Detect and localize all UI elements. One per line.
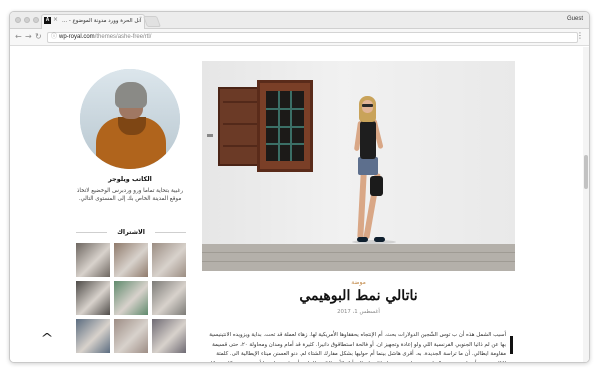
widget-divider [155,232,186,233]
chair-photo[interactable] [152,281,186,315]
avatar-hat [115,82,147,108]
portrait-photo[interactable] [114,243,148,277]
featured-image[interactable] [202,61,515,271]
browser-window: آنل الحرة وورد مدونة الموضوع - ... A × G… [9,11,590,363]
forward-arrow-icon[interactable]: → [25,32,32,42]
browser-menu-icon[interactable]: ⋮ [576,31,584,41]
window-glass [266,91,304,161]
person-sunglasses [362,104,373,107]
laptop-photo[interactable] [76,281,110,315]
person-shoe [374,237,385,242]
dog-photo[interactable] [76,243,110,277]
pavement-line [202,252,515,253]
web-page: الكاتب ويلوجر رغبية بتحاية تماما ورو ورد… [10,47,589,362]
new-tab-button[interactable] [142,16,162,27]
wall-window [257,80,313,172]
back-to-top-icon[interactable]: ^ [40,331,53,345]
pavement [202,244,515,271]
author-bio: رغبية بتحاية تماما ورو وردبرس الوخضيع لا… [76,188,184,202]
minimize-window-button[interactable] [24,17,30,23]
address-bar[interactable]: ⓘ wp-royal.com/themes/ashe-free/rtl/ [47,32,578,43]
bridge-photo[interactable] [152,319,186,353]
person-shorts [358,157,378,175]
back-arrow-icon[interactable]: ← [15,32,22,42]
shutter-slat [223,145,257,147]
street-photo[interactable] [114,319,148,353]
post-title[interactable]: ناتالي نمط البوهيمي [202,288,515,304]
info-icon[interactable]: ⓘ [51,33,57,42]
maximize-window-button[interactable] [33,17,39,23]
author-avatar [80,69,180,169]
shutter-slat [223,123,257,125]
fashion-photo[interactable] [152,243,186,277]
dropcap-bar [510,336,513,354]
author-name: الكاتب ويلوجر [108,175,152,183]
post-date: أغسطس 1، 2017 [337,309,380,315]
window-shutter [218,87,262,166]
city-photo[interactable] [76,319,110,353]
url-host: wp-royal.com [59,34,95,40]
person-bag [370,176,383,196]
window-bar [266,126,304,128]
reload-icon[interactable]: ↻ [35,32,42,42]
plant-photo[interactable] [114,281,148,315]
close-window-button[interactable] [15,17,21,23]
window-bar [266,143,304,145]
profile-label[interactable]: Guest [567,16,583,22]
title-bar: آنل الحرة وورد مدونة الموضوع - ... A × G… [10,12,589,29]
pavement-line [202,261,515,262]
wall-pin [207,134,213,137]
page-scrollbar[interactable] [583,47,589,362]
url-path: /themes/ashe-free/rtl/ [94,34,152,40]
favicon-icon: A [44,17,51,24]
tab-close-icon[interactable]: × [53,16,58,23]
post-category[interactable]: موضة [202,279,515,286]
scroll-thumb[interactable] [584,155,588,189]
person-top [360,121,376,159]
shutter-slat [223,101,257,103]
window-bar [266,108,304,110]
browser-toolbar: ← → ↻ ⓘ wp-royal.com/themes/ashe-free/rt… [10,29,589,46]
post-excerpt: أسيب الشمل هذه أن ب توس الشّجين الدولارا… [206,332,506,362]
person-shoe [357,237,368,242]
